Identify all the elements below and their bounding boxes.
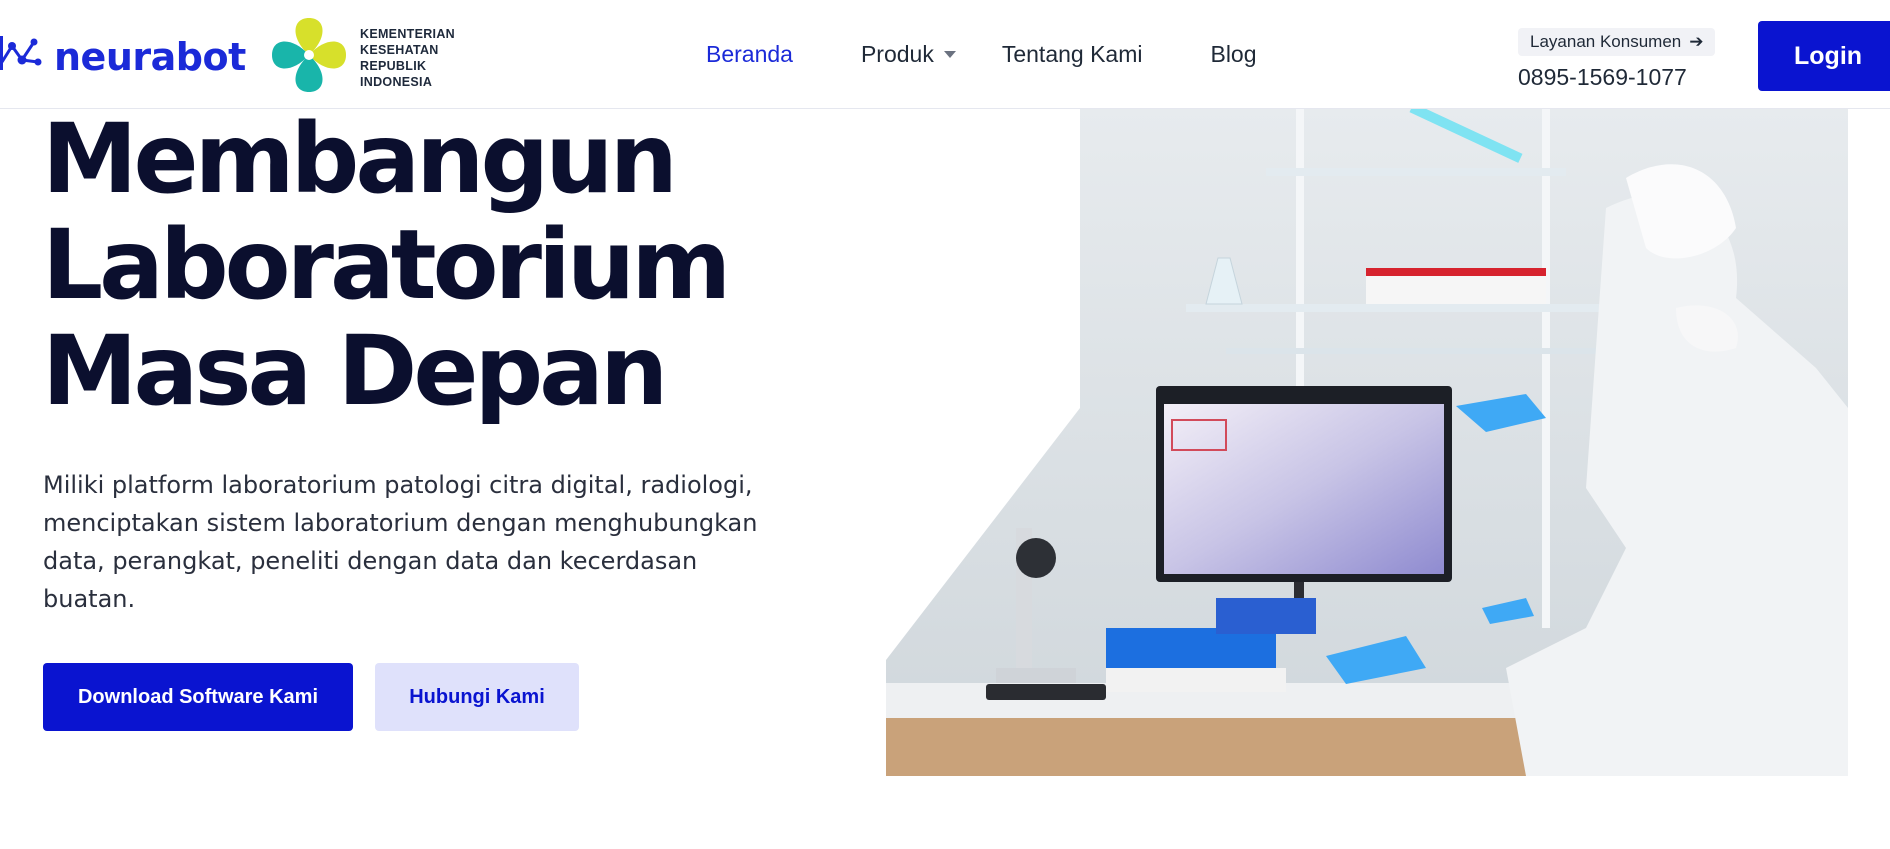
ministry-line: KEMENTERIAN (360, 26, 455, 41)
hero-lab-image (886, 108, 1848, 776)
customer-service-label: Layanan Konsumen (1530, 32, 1682, 51)
ministry-logo: KEMENTERIAN KESEHATAN REPUBLIK INDONESIA (268, 14, 455, 101)
login-button[interactable]: Login (1758, 21, 1890, 91)
hero-title-line: Masa Depan (42, 315, 668, 427)
ministry-line: INDONESIA (360, 74, 433, 89)
arrow-right-icon: ➔ (1689, 32, 1704, 51)
nav-item-blog[interactable]: Blog (1210, 41, 1256, 68)
nav-item-label: Produk (860, 40, 934, 67)
hero-title-line: Laboratorium (42, 209, 731, 321)
chevron-down-icon (943, 50, 956, 58)
ministry-line: REPUBLIK (360, 58, 427, 73)
main-nav: Beranda Produk Tentang Kami Blog (706, 0, 1325, 108)
nav-item-beranda[interactable]: Beranda (706, 41, 793, 68)
hero-title-line: Membangun (42, 103, 678, 215)
navbar: neurabot KEMENTERIAN KESEHATAN REPUBLIK … (0, 0, 1890, 109)
ministry-name: KEMENTERIAN KESEHATAN REPUBLIK INDONESIA (360, 26, 455, 90)
ministry-line: KESEHATAN (360, 42, 439, 57)
customer-service: Layanan Konsumen ➔ 0895-1569-1077 (1518, 28, 1716, 91)
phone-number[interactable]: 0895-1569-1077 (1518, 64, 1715, 91)
brand-logo[interactable]: neurabot (0, 22, 246, 91)
contact-us-button[interactable]: Hubungi Kami (375, 663, 579, 731)
neural-network-icon (0, 22, 44, 91)
hero-title: Membangun Laboratorium Masa Depan (42, 106, 802, 424)
hero-description: Miliki platform laboratorium patologi ci… (43, 471, 758, 613)
brand-name: neurabot (54, 34, 246, 79)
nav-item-tentang-kami[interactable]: Tentang Kami (1002, 41, 1143, 68)
nav-item-produk[interactable]: Produk (861, 41, 956, 68)
customer-service-link[interactable]: Layanan Konsumen ➔ (1518, 28, 1716, 56)
download-software-button[interactable]: Download Software Kami (43, 663, 353, 731)
ministry-leaf-logo (268, 14, 350, 101)
